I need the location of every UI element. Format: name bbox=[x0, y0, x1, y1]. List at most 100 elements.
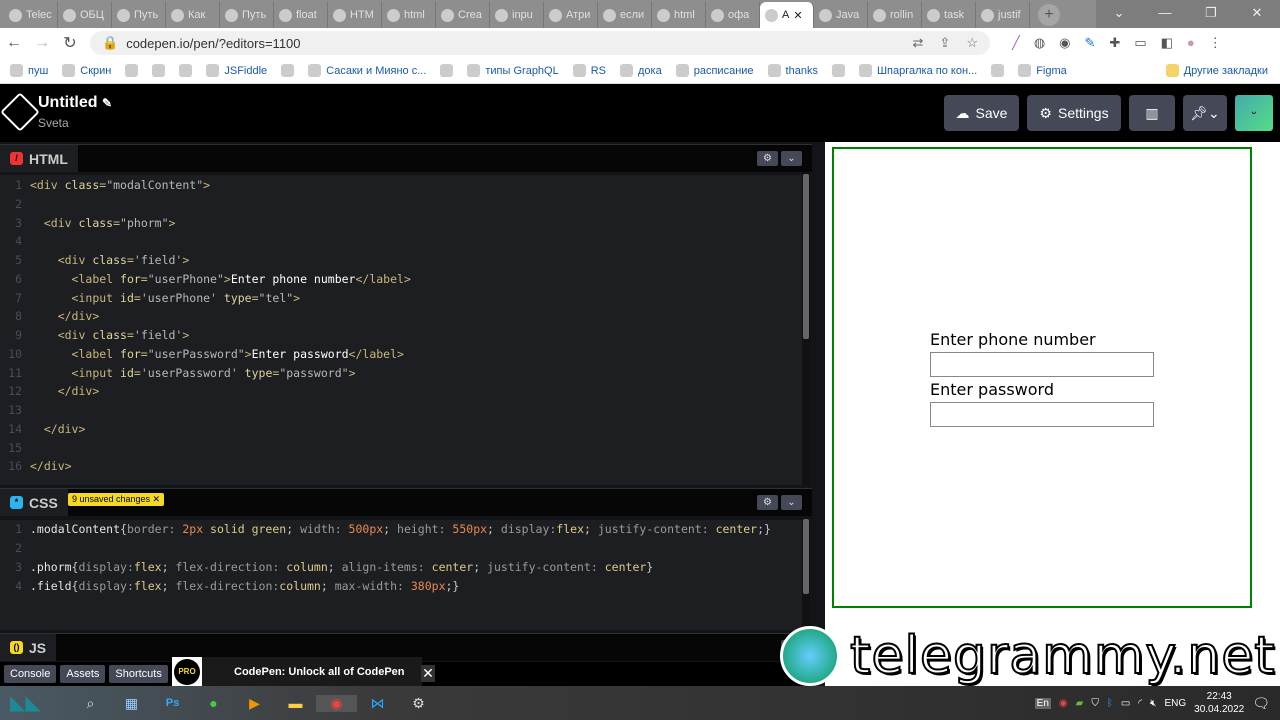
bookmark[interactable]: расписание bbox=[675, 64, 754, 77]
html-settings-button[interactable]: ⚙ bbox=[757, 151, 778, 166]
reload-icon[interactable]: ↻ bbox=[56, 33, 84, 53]
codepen-logo-icon[interactable] bbox=[0, 92, 40, 132]
chrome-icon[interactable]: ◉ bbox=[316, 694, 357, 712]
browser-tab[interactable]: Java bbox=[814, 2, 868, 28]
browser-tab[interactable]: float bbox=[274, 2, 328, 28]
browser-tab[interactable]: ОБЦ bbox=[58, 2, 112, 28]
bookmark[interactable]: Сасаки и Мияно с... bbox=[308, 64, 426, 77]
browser-tab[interactable]: Путь bbox=[112, 2, 166, 28]
other-bookmarks[interactable]: Другие закладки bbox=[1165, 64, 1280, 77]
bookmark[interactable] bbox=[831, 64, 845, 77]
globe-extension-icon[interactable]: ◍ bbox=[1034, 35, 1045, 51]
sidebar-icon[interactable]: ◧ bbox=[1161, 35, 1173, 51]
mongodb-icon[interactable]: ● bbox=[193, 695, 234, 711]
notifications-icon[interactable]: 🗨︎ bbox=[1252, 695, 1270, 712]
assets-button[interactable]: Assets bbox=[60, 665, 106, 683]
css-panel-tab[interactable]: * CSS bbox=[0, 489, 68, 516]
new-tab-button[interactable]: + bbox=[1038, 4, 1060, 26]
pen-title[interactable]: Untitled ✎ bbox=[38, 94, 112, 112]
search-icon[interactable]: ⌕ bbox=[70, 695, 111, 712]
cast-icon[interactable]: ▭ bbox=[1134, 35, 1146, 51]
bookmark[interactable]: thanks bbox=[767, 64, 818, 77]
pro-promo[interactable]: PRO CodePen: Unlock all of CodePen bbox=[172, 657, 422, 687]
browser-tab[interactable]: Telec bbox=[4, 2, 58, 28]
input-indicator[interactable]: En bbox=[1034, 697, 1051, 709]
pen-extension-icon[interactable]: ╱ bbox=[1012, 35, 1020, 51]
bookmark[interactable]: Скрин bbox=[62, 64, 111, 77]
browser-tab[interactable]: HTM bbox=[328, 2, 382, 28]
forward-icon[interactable]: → bbox=[28, 34, 56, 52]
nvidia-icon[interactable]: ▰ bbox=[1076, 698, 1084, 709]
bookmark[interactable] bbox=[281, 64, 295, 77]
browser-tab[interactable]: html bbox=[652, 2, 706, 28]
bookmark[interactable]: Шпаргалка по кон... bbox=[858, 64, 977, 77]
browser-tab[interactable]: justif bbox=[976, 2, 1030, 28]
volume-muted-icon[interactable]: 🔇︎ bbox=[1150, 698, 1156, 709]
bookmark[interactable]: RS bbox=[572, 64, 606, 77]
html-panel-tab[interactable]: / HTML bbox=[0, 145, 78, 172]
file-explorer-icon[interactable]: ▬ bbox=[275, 695, 316, 711]
html-scrollbar[interactable] bbox=[802, 172, 810, 485]
edit-pencil-icon[interactable]: ✎ bbox=[102, 96, 112, 110]
css-collapse-button[interactable]: ⌄ bbox=[781, 495, 802, 510]
bookmark[interactable]: дока bbox=[620, 64, 662, 77]
defender-icon[interactable]: ⛉ bbox=[1091, 698, 1099, 709]
settings-button[interactable]: ⚙ Settings bbox=[1027, 95, 1121, 131]
unsaved-changes-badge[interactable]: 9 unsaved changes ✕ bbox=[68, 493, 165, 506]
console-button[interactable]: Console bbox=[4, 665, 57, 683]
photoshop-icon[interactable]: Ps bbox=[152, 697, 193, 709]
bookmark[interactable]: Figma bbox=[1018, 64, 1067, 77]
browser-tab[interactable]: Как bbox=[166, 2, 220, 28]
pin-button[interactable]: 📌︎⌄ bbox=[1183, 95, 1227, 131]
bookmark[interactable]: пуш bbox=[10, 64, 48, 77]
pen-author[interactable]: Sveta bbox=[38, 116, 69, 130]
wifi-icon[interactable]: ◜ bbox=[1138, 698, 1142, 709]
translate-icon[interactable]: ⇄ bbox=[913, 35, 924, 51]
bluetooth-icon[interactable]: ᛒ bbox=[1107, 698, 1113, 709]
resize-divider[interactable] bbox=[812, 142, 825, 686]
camera-extension-icon[interactable]: ◉ bbox=[1059, 35, 1070, 51]
back-icon[interactable]: ← bbox=[0, 34, 28, 52]
start-button[interactable]: ◣◣ bbox=[0, 686, 70, 720]
minimize-button[interactable]: — bbox=[1142, 0, 1188, 28]
user-avatar[interactable]: ᵕ bbox=[1235, 95, 1273, 131]
phone-input[interactable] bbox=[930, 352, 1154, 377]
html-collapse-button[interactable]: ⌄ bbox=[781, 151, 802, 166]
promo-close-button[interactable]: ✕ bbox=[421, 665, 435, 682]
bookmark[interactable] bbox=[152, 64, 166, 77]
calculator-icon[interactable]: ▦ bbox=[111, 695, 152, 712]
bookmark[interactable]: JSFiddle bbox=[206, 64, 267, 77]
bookmark[interactable] bbox=[125, 64, 139, 77]
chrome-tray-icon[interactable]: ◉ bbox=[1059, 698, 1068, 709]
password-input[interactable] bbox=[930, 402, 1154, 427]
network-icon[interactable]: ▭ bbox=[1121, 698, 1130, 709]
layout-button[interactable]: ▥ bbox=[1129, 95, 1175, 131]
url-input[interactable]: 🔒 codepen.io/pen/?editors=1100 ⇄ ⇪ ☆ bbox=[90, 31, 990, 55]
browser-tab[interactable]: html bbox=[382, 2, 436, 28]
star-icon[interactable]: ☆ bbox=[966, 35, 978, 51]
vscode-icon[interactable]: ⋈ bbox=[357, 695, 398, 712]
profile-avatar[interactable]: ● bbox=[1187, 35, 1195, 51]
browser-tab[interactable]: task bbox=[922, 2, 976, 28]
puzzle-icon[interactable]: ✚ bbox=[1109, 35, 1120, 51]
browser-tab[interactable]: Путь bbox=[220, 2, 274, 28]
browser-tab[interactable]: Crea bbox=[436, 2, 490, 28]
menu-icon[interactable]: ⋮ bbox=[1209, 35, 1222, 51]
bookmark[interactable] bbox=[991, 64, 1005, 77]
browser-tab[interactable]: Атри bbox=[544, 2, 598, 28]
css-settings-button[interactable]: ⚙ bbox=[757, 495, 778, 510]
save-button[interactable]: ☁ Save bbox=[944, 95, 1019, 131]
close-window-button[interactable]: ✕ bbox=[1234, 0, 1280, 28]
tab-search-button[interactable]: ⌄ bbox=[1096, 0, 1142, 28]
browser-tab[interactable]: inpu bbox=[490, 2, 544, 28]
css-scrollbar[interactable] bbox=[802, 517, 810, 630]
close-tab-icon[interactable]: ✕ bbox=[793, 9, 802, 22]
settings-icon[interactable]: ⚙ bbox=[398, 695, 439, 712]
css-editor[interactable]: 1 .modalContent{border: 2px solid green; … bbox=[0, 520, 802, 630]
bookmark[interactable]: типы GraphQL bbox=[467, 64, 559, 77]
js-panel-tab[interactable]: () JS bbox=[0, 634, 57, 661]
browser-tab[interactable]: офа bbox=[706, 2, 760, 28]
media-player-icon[interactable]: ▶ bbox=[234, 695, 275, 712]
clock[interactable]: 22:43 30.04.2022 bbox=[1194, 690, 1244, 716]
maximize-button[interactable]: ❐ bbox=[1188, 0, 1234, 28]
